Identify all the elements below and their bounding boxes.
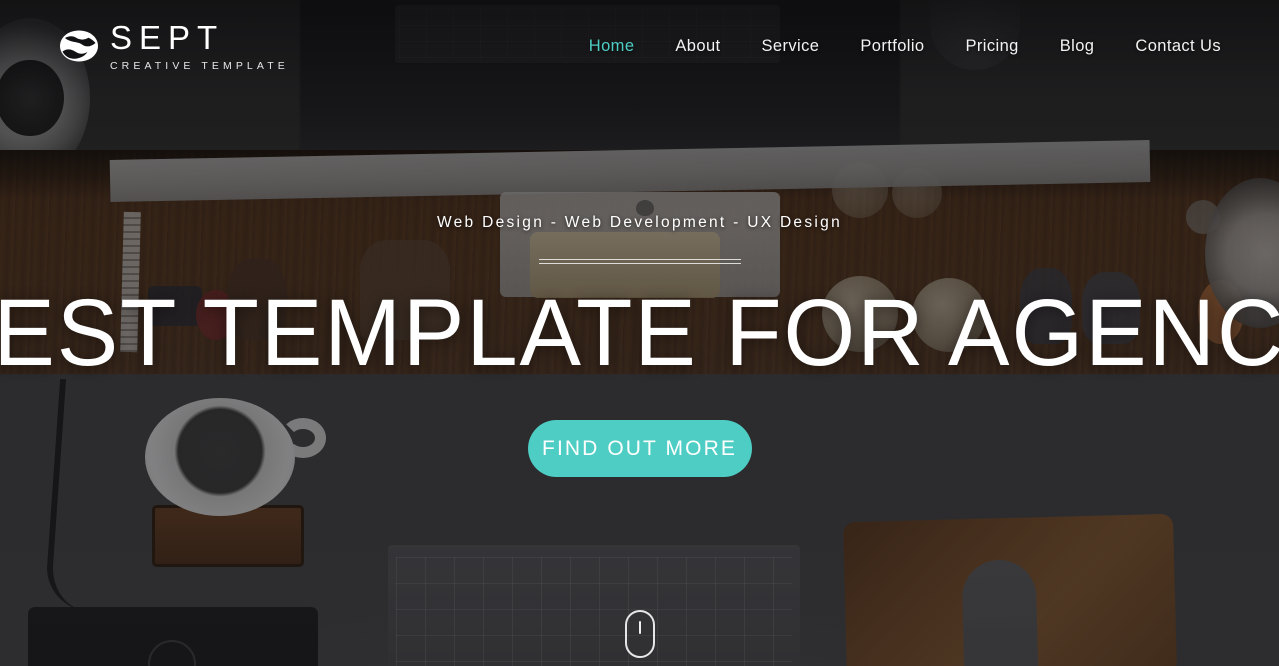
nav-item-about[interactable]: About bbox=[675, 37, 720, 56]
nav-item-home[interactable]: Home bbox=[589, 37, 635, 56]
leaf-swirl-logo-icon bbox=[60, 30, 98, 62]
nav-item-portfolio[interactable]: Portfolio bbox=[860, 37, 924, 56]
brand-tagline: CREATIVE TEMPLATE bbox=[110, 59, 289, 72]
site-header: SEPT CREATIVE TEMPLATE Home About Servic… bbox=[0, 0, 1279, 92]
hero-section: SEPT CREATIVE TEMPLATE Home About Servic… bbox=[0, 0, 1279, 666]
nav-item-service[interactable]: Service bbox=[762, 37, 820, 56]
hero-content: Web Design - Web Development - UX Design… bbox=[0, 0, 1279, 666]
hero-title: BEST TEMPLATE FOR AGENCY bbox=[0, 280, 1279, 386]
nav-item-blog[interactable]: Blog bbox=[1060, 37, 1095, 56]
nav-item-contact-us[interactable]: Contact Us bbox=[1135, 37, 1221, 56]
main-navigation: Home About Service Portfolio Pricing Blo… bbox=[589, 37, 1221, 56]
mouse-scroll-icon[interactable] bbox=[624, 610, 655, 658]
find-out-more-button[interactable]: FIND OUT MORE bbox=[527, 420, 752, 477]
hero-subtitle: Web Design - Web Development - UX Design bbox=[436, 214, 842, 231]
brand-logo[interactable]: SEPT CREATIVE TEMPLATE bbox=[58, 21, 289, 72]
nav-item-pricing[interactable]: Pricing bbox=[966, 37, 1019, 56]
brand-name: SEPT bbox=[110, 18, 225, 56]
hero-divider bbox=[538, 259, 741, 264]
